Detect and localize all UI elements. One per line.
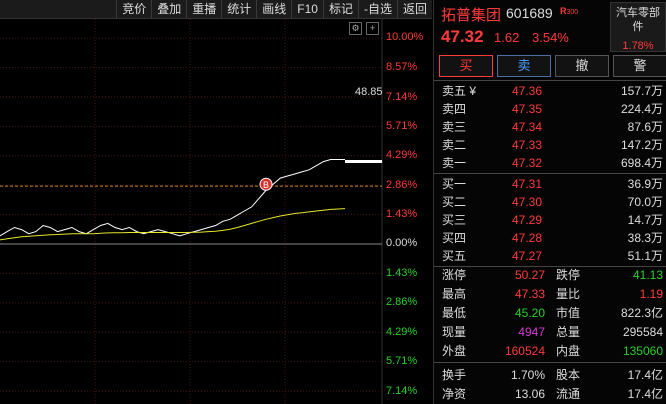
intraday-chart-area[interactable]: 竞价 叠加 重播 统计 画线 F10 标记 -自选 返回 ⚙ + B 48.85… <box>0 0 432 404</box>
percent-tick-label: 10.00% <box>386 31 424 43</box>
toolbar-f10-button[interactable]: F10 <box>291 0 323 18</box>
sell-button[interactable]: 卖 <box>497 55 551 77</box>
ask-book: 卖五 ¥47.36 157.7万 卖四 47.35 224.4万 卖三 47.34 87.… <box>434 82 666 172</box>
percent-tick-label: 4.29% <box>386 149 418 161</box>
toolbar-remove-watchlist-button[interactable]: -自选 <box>357 0 397 18</box>
percent-tick-label: 1.43% <box>386 267 418 279</box>
sector-name: 汽车零部件 <box>616 7 660 33</box>
stats-row: 净资 13.06 流通 17.4亿 <box>442 387 663 401</box>
bid-row-2[interactable]: 买二 47.30 70.0万 <box>434 193 666 211</box>
trade-buttons: 买 卖 撤 警 <box>439 55 666 77</box>
percent-tick-label: 7.14% <box>386 91 418 103</box>
stats-row: 涨停 50.27 跌停 41.13 <box>442 268 663 282</box>
toolbar-auction-button[interactable]: 竞价 <box>116 0 151 18</box>
chart-toolbar: 竞价 叠加 重播 统计 画线 F10 标记 -自选 返回 <box>0 0 432 19</box>
divider <box>434 173 666 174</box>
bid-row-3[interactable]: 买三 47.29 14.7万 <box>434 211 666 229</box>
stats-row: 最高 47.33 量比 1.19 <box>442 287 663 301</box>
bid-row-1[interactable]: 买一 47.31 36.9万 <box>434 175 666 193</box>
price-line <box>0 159 345 237</box>
divider <box>434 80 666 81</box>
ask-row-3[interactable]: 卖三 47.34 87.6万 <box>434 118 666 136</box>
stock-code: 601689 <box>506 5 553 21</box>
bid-book: 买一 47.31 36.9万 买二 47.30 70.0万 买三 47.29 14.7万 买… <box>434 175 666 265</box>
bid-row-4[interactable]: 买四 47.28 38.3万 <box>434 229 666 247</box>
percent-tick-label: 4.29% <box>386 326 418 338</box>
average-line <box>0 208 346 241</box>
ask-row-5[interactable]: 卖五 ¥47.36 157.7万 <box>434 82 666 100</box>
toolbar-draw-button[interactable]: 画线 <box>256 0 291 18</box>
percent-tick-label: 2.86% <box>386 296 418 308</box>
quote-panel: 拓普集团 601689 R300 汽车零部件 1.78% 47.32 1.62 … <box>433 0 666 404</box>
price-change-pct: 3.54% <box>532 30 569 45</box>
ask-row-4[interactable]: 卖四 47.35 224.4万 <box>434 100 666 118</box>
percent-tick-label: 1.43% <box>386 208 418 220</box>
current-price-tag: 48.85 <box>355 86 383 98</box>
stats-table: 涨停 50.27 跌停 41.13 最高 47.33 量比 1.19 最低 45.20 市值 82… <box>434 266 666 404</box>
toolbar-back-button[interactable]: 返回 <box>396 0 432 18</box>
toolbar-replay-button[interactable]: 重播 <box>186 0 221 18</box>
stats-row: 最低 45.20 市值 822.3亿 <box>442 306 663 320</box>
alert-button[interactable]: 警 <box>613 55 666 77</box>
buy-marker-label: B <box>263 180 269 190</box>
stats-row: 换手 1.70% 股本 17.4亿 <box>442 368 663 382</box>
buy-button[interactable]: 买 <box>439 55 493 77</box>
cancel-order-button[interactable]: 撤 <box>555 55 609 77</box>
ask-row-2[interactable]: 卖二 47.33 147.2万 <box>434 136 666 154</box>
percent-tick-label: 0.00% <box>386 237 418 249</box>
toolbar-mark-button[interactable]: 标记 <box>322 0 358 18</box>
stats-row: 外盘 160524 内盘 135060 <box>442 344 663 358</box>
percent-tick-label: 8.57% <box>386 61 418 73</box>
percent-tick-label: 2.86% <box>386 179 418 191</box>
percent-tick-label: 5.71% <box>386 120 418 132</box>
price-change: 1.62 <box>494 30 520 45</box>
bid-row-5[interactable]: 买五 47.27 51.1万 <box>434 247 666 265</box>
ask-row-1[interactable]: 卖一 47.32 698.4万 <box>434 154 666 172</box>
sector-change: 1.78% <box>622 40 654 52</box>
sector-box[interactable]: 汽车零部件 1.78% <box>610 2 666 52</box>
toolbar-overlay-button[interactable]: 叠加 <box>151 0 186 18</box>
r-badge: R300 <box>560 6 579 16</box>
stats-row: 现量 4947 总量 295584 <box>442 325 663 339</box>
divider <box>434 362 666 363</box>
percent-tick-label: 5.71% <box>386 355 418 367</box>
stock-name[interactable]: 拓普集团 <box>441 4 501 25</box>
price-line-chart: B <box>0 19 383 404</box>
toolbar-stats-button[interactable]: 统计 <box>221 0 256 18</box>
percent-tick-label: 7.14% <box>386 385 418 397</box>
last-price: 47.32 <box>441 27 484 46</box>
